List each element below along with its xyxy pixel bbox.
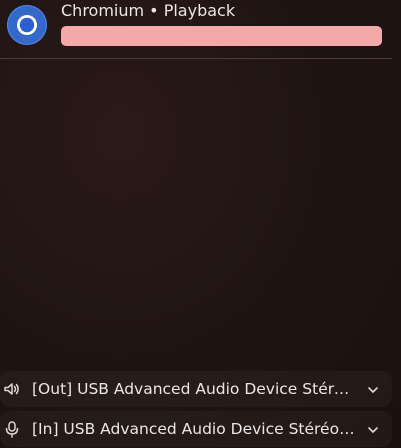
chevron-down-icon[interactable] — [366, 422, 380, 436]
input-device-label: [In] USB Advanced Audio Device Stéréo an… — [32, 420, 358, 438]
chevron-down-icon[interactable] — [366, 382, 380, 396]
divider — [0, 58, 392, 59]
input-device-selector[interactable]: [In] USB Advanced Audio Device Stéréo an… — [0, 411, 392, 447]
speaker-icon — [3, 380, 21, 398]
microphone-icon — [3, 420, 21, 438]
volume-slider[interactable] — [61, 26, 382, 46]
chromium-icon — [7, 5, 47, 45]
output-device-selector[interactable]: [Out] USB Advanced Audio Device Stéréo a… — [0, 371, 392, 407]
output-device-label: [Out] USB Advanced Audio Device Stéréo a… — [32, 380, 358, 398]
playback-stream-row: Chromium • Playback — [0, 0, 401, 58]
stream-title: Chromium • Playback — [61, 1, 236, 20]
